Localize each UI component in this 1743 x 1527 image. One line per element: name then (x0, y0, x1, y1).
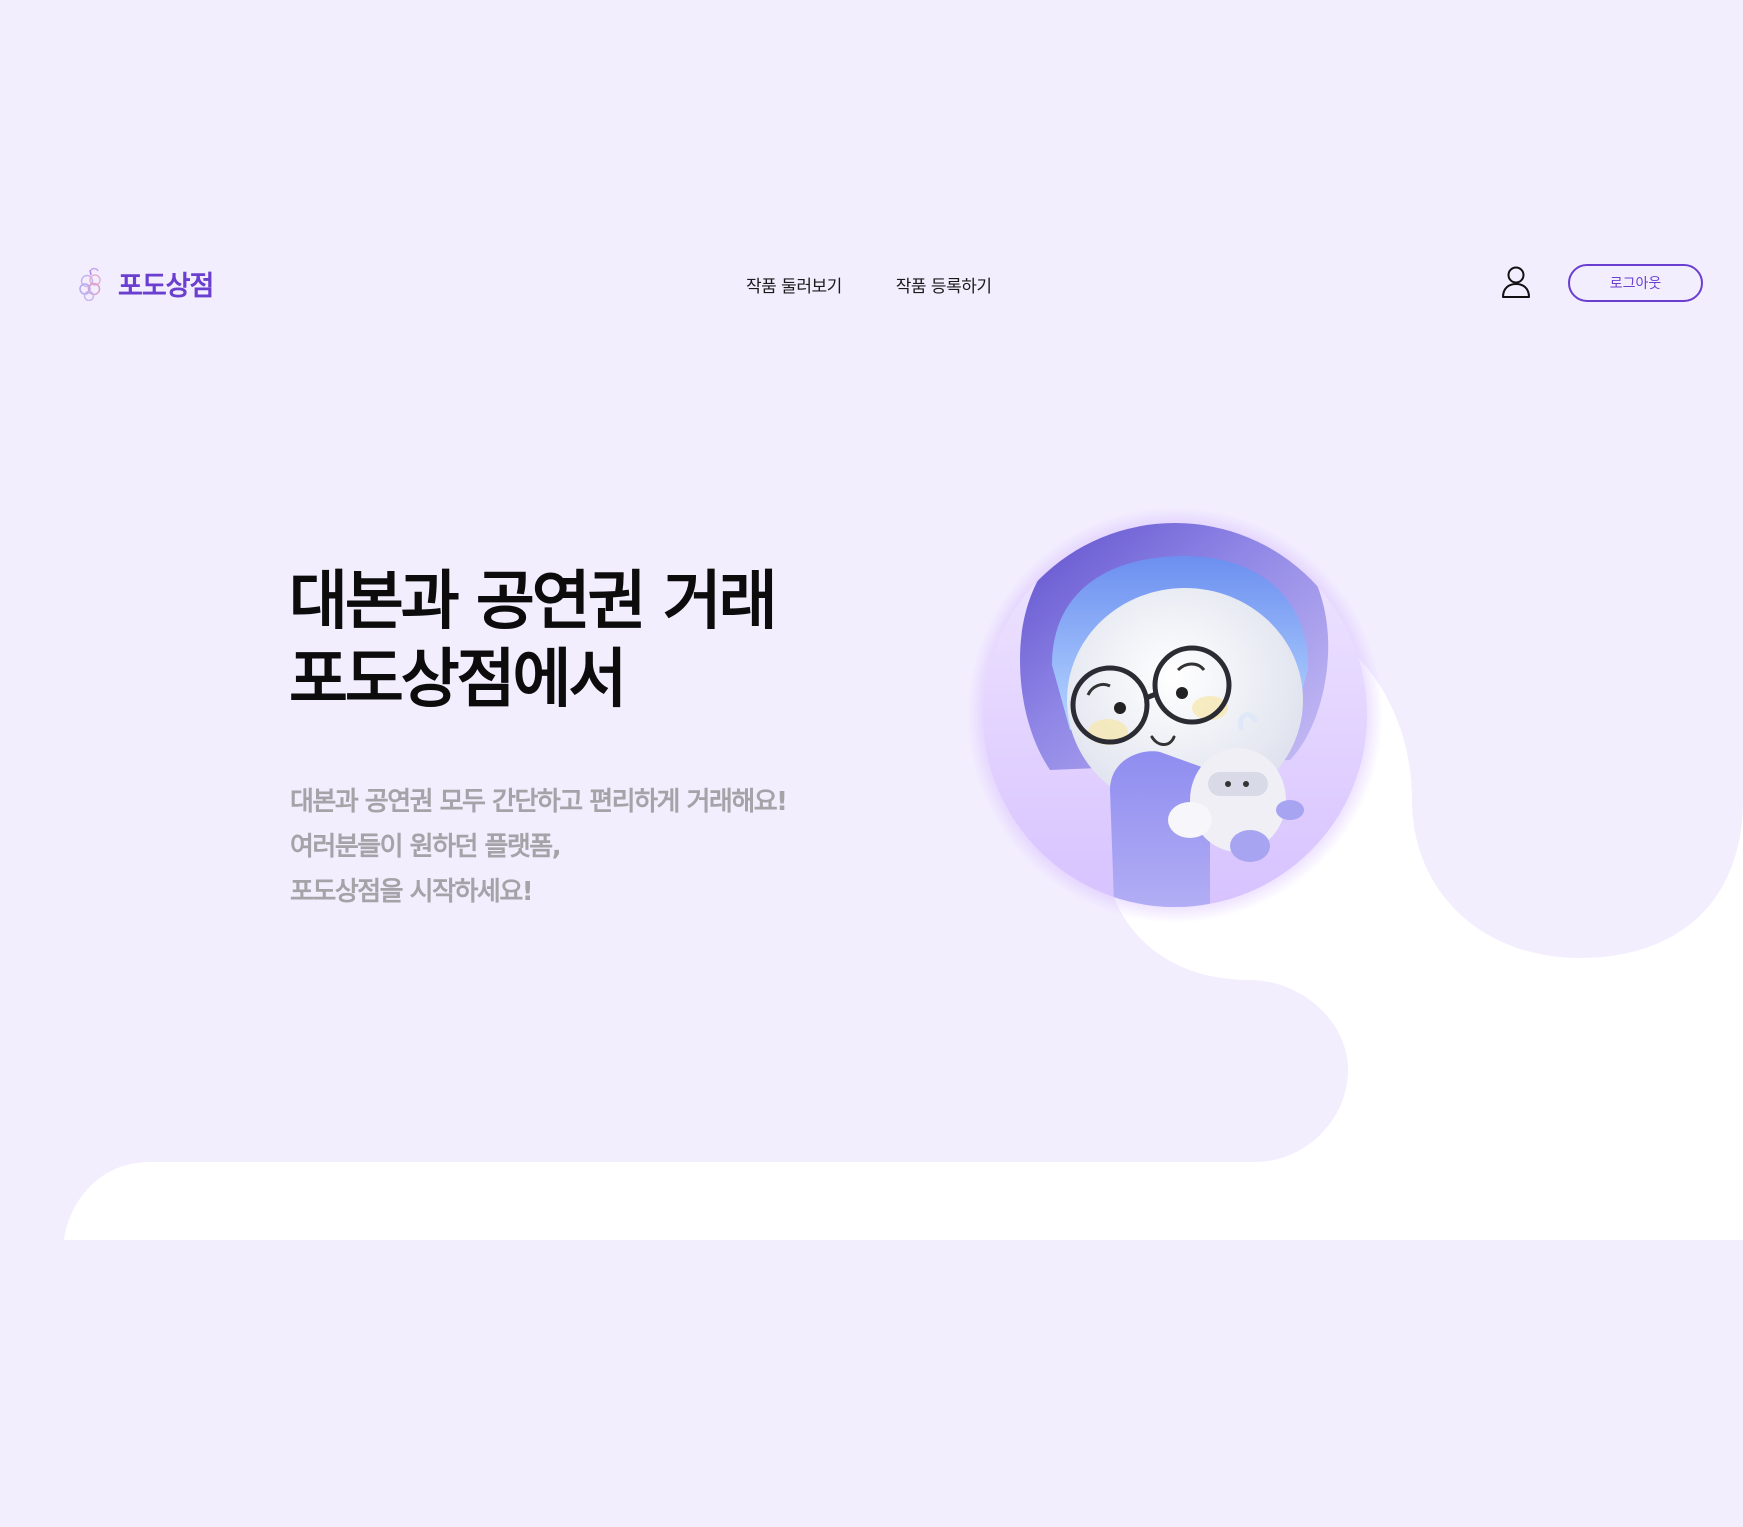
grape-character-illustration (967, 507, 1383, 923)
hero-subtitle-line: 대본과 공연권 모두 간단하고 편리하게 거래해요! (290, 787, 788, 817)
logout-button[interactable]: 로그아웃 (1568, 264, 1703, 302)
landing-page: 포도상점 작품 둘러보기 작품 등록하기 로그아웃 대본과 공연권 거래 포도상… (0, 0, 1743, 1527)
hero-title: 대본과 공연권 거래 포도상점에서 (289, 563, 778, 719)
nav-register-work[interactable]: 작품 등록하기 (896, 272, 992, 297)
main-nav: 작품 둘러보기 작품 등록하기 (746, 272, 992, 297)
hero-title-line: 포도상점에서 (289, 643, 627, 717)
logo[interactable]: 포도상점 (76, 264, 214, 303)
hero-subtitle-line: 포도상점을 시작하세요! (290, 877, 534, 907)
logo-text: 포도상점 (118, 271, 214, 302)
hero-title-line: 대본과 공연권 거래 (289, 565, 778, 639)
nav-browse-works[interactable]: 작품 둘러보기 (746, 272, 842, 297)
site-header: 포도상점 작품 둘러보기 작품 등록하기 로그아웃 (0, 250, 1743, 316)
user-icon[interactable] (1500, 265, 1532, 299)
hero-subtitle: 대본과 공연권 모두 간단하고 편리하게 거래해요! 여러분들이 원하던 플랫폼… (290, 780, 788, 915)
grape-icon (79, 267, 101, 301)
background-wave (64, 618, 1743, 1240)
hero-subtitle-line: 여러분들이 원하던 플랫폼, (290, 832, 562, 862)
